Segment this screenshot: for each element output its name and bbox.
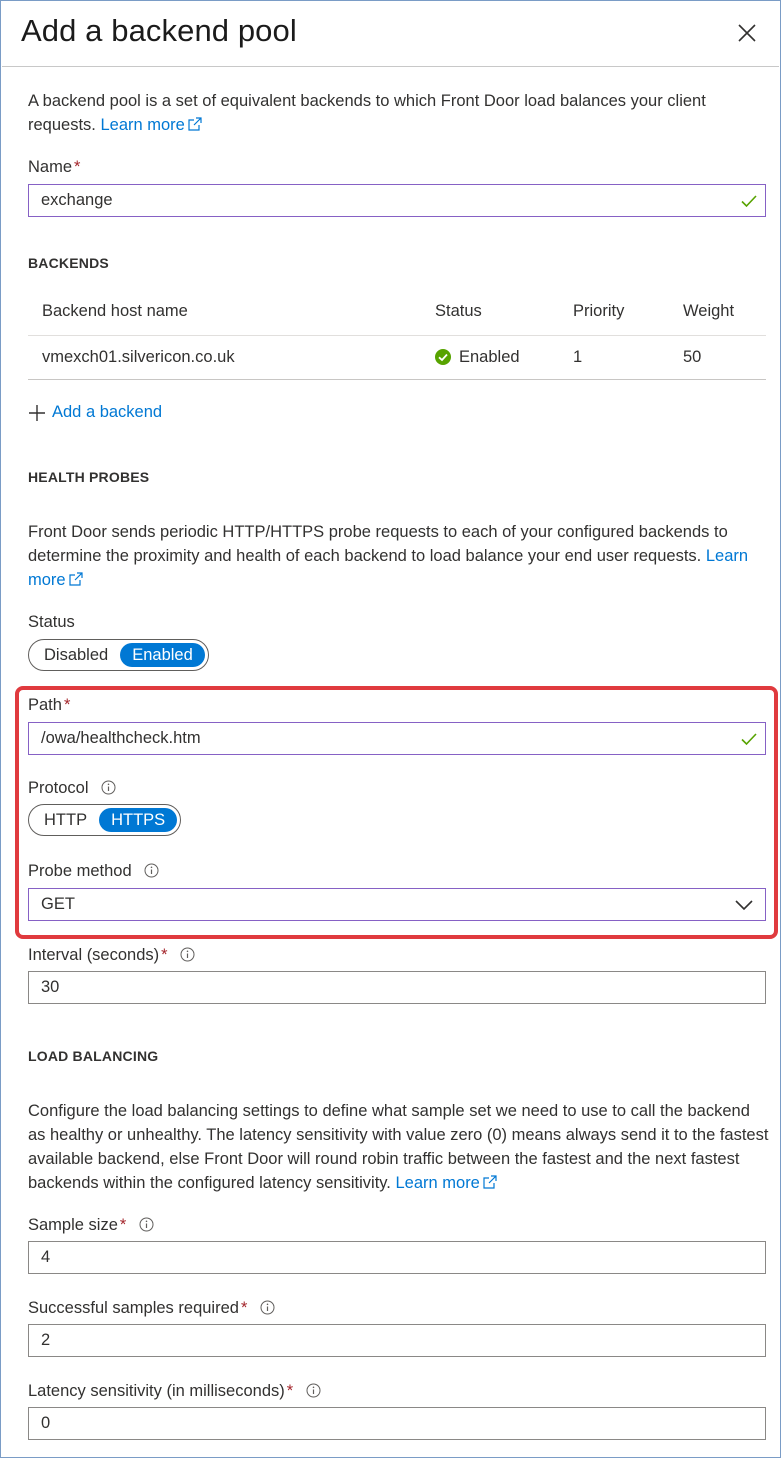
status-option-disabled[interactable]: Disabled — [32, 643, 120, 667]
status-toggle[interactable]: Disabled Enabled — [28, 639, 209, 671]
successful-samples-label: Successful samples required * — [28, 1299, 275, 1318]
status-option-enabled[interactable]: Enabled — [120, 643, 205, 667]
load-balancing-description: Configure the load balancing settings to… — [28, 1102, 769, 1192]
col-priority: Priority — [559, 289, 669, 336]
backends-section-title: BACKENDS — [28, 255, 109, 271]
intro-description: A backend pool is a set of equivalent ba… — [28, 89, 768, 137]
page-title: Add a backend pool — [21, 13, 297, 48]
table-row[interactable]: vmexch01.silvericon.co.uk Enabled 1 50 — [28, 335, 766, 380]
sample-size-input[interactable]: 4 — [28, 1241, 766, 1274]
add-backend-button[interactable]: Add a backend — [28, 403, 162, 422]
backend-priority: 1 — [559, 335, 669, 380]
external-link-icon — [188, 117, 202, 131]
name-input[interactable]: exchange — [28, 184, 766, 217]
close-button[interactable] — [733, 19, 761, 47]
latency-sensitivity-label: Latency sensitivity (in milliseconds) * — [28, 1382, 321, 1401]
health-probes-description: Front Door sends periodic HTTP/HTTPS pro… — [28, 523, 749, 589]
success-check-icon — [435, 349, 451, 365]
plus-icon — [29, 404, 45, 421]
highlight-box — [15, 686, 778, 939]
col-status: Status — [421, 289, 559, 336]
backend-pool-panel: Add a backend pool A backend pool is a s… — [0, 0, 781, 1458]
name-label: Name * — [28, 158, 81, 176]
backend-status: Enabled — [421, 335, 559, 380]
close-icon — [738, 24, 756, 42]
latency-sensitivity-input[interactable]: 0 — [28, 1407, 766, 1440]
info-icon[interactable] — [306, 1383, 321, 1398]
info-icon[interactable] — [139, 1217, 154, 1232]
latency-sensitivity-value: 0 — [41, 1414, 51, 1432]
sample-size-label: Sample size * — [28, 1216, 154, 1235]
external-link-icon — [68, 572, 83, 586]
table-header-row: Backend host name Status Priority Weight — [28, 289, 766, 336]
learn-more-link[interactable]: Learn more — [100, 116, 202, 134]
load-balancing-learn-more-link[interactable]: Learn more — [395, 1174, 497, 1192]
backend-weight: 50 — [669, 335, 766, 380]
successful-samples-value: 2 — [41, 1331, 51, 1349]
header-divider — [2, 66, 779, 67]
external-link-icon — [483, 1175, 497, 1189]
interval-label: Interval (seconds) * — [28, 946, 195, 965]
col-weight: Weight — [669, 289, 766, 336]
load-balancing-section-title: LOAD BALANCING — [28, 1048, 159, 1064]
checkmark-icon — [741, 195, 757, 208]
backends-table: Backend host name Status Priority Weight… — [28, 289, 766, 380]
health-probes-section-title: HEALTH PROBES — [28, 469, 150, 485]
col-backend-host-name: Backend host name — [28, 289, 421, 336]
sample-size-value: 4 — [41, 1248, 51, 1266]
interval-input-value: 30 — [41, 978, 60, 996]
info-icon[interactable] — [260, 1300, 275, 1315]
successful-samples-input[interactable]: 2 — [28, 1324, 766, 1357]
backend-host: vmexch01.silvericon.co.uk — [28, 335, 421, 380]
status-label: Status — [28, 613, 75, 631]
interval-input[interactable]: 30 — [28, 971, 766, 1004]
name-input-value: exchange — [41, 191, 113, 209]
info-icon[interactable] — [180, 947, 195, 962]
